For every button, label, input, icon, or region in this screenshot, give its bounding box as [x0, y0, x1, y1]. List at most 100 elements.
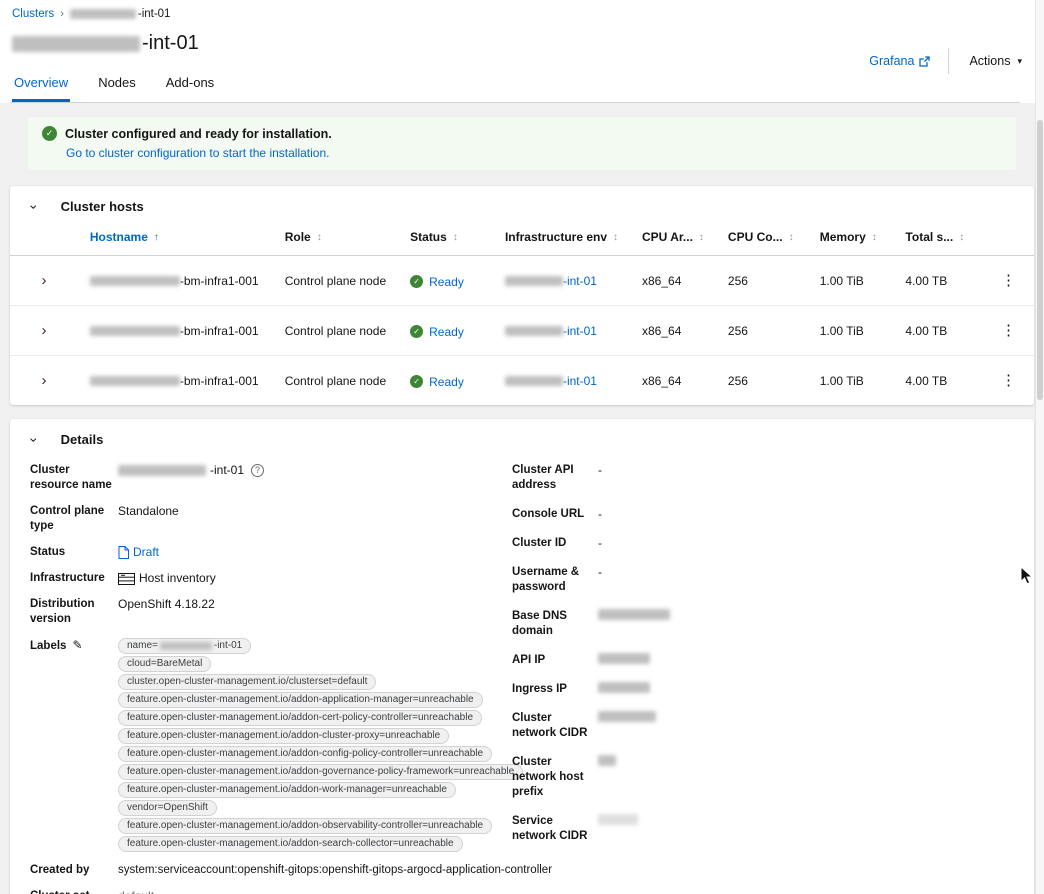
- details-collapse-toggle[interactable]: ›: [26, 433, 42, 447]
- host-infra-env: -int-01: [493, 356, 630, 406]
- tab-bar: Overview Nodes Add-ons: [10, 69, 1020, 103]
- detail-row-console-url: Console URL -: [512, 507, 1014, 522]
- detail-label: Cluster set: [30, 889, 118, 894]
- infra-env-link[interactable]: -int-01: [563, 274, 597, 288]
- tab-addons[interactable]: Add-ons: [164, 69, 216, 102]
- status-draft-link[interactable]: Draft: [133, 545, 159, 560]
- cluster-hosts-card: › Cluster hosts Hostname ↑ Role ↕ Status…: [10, 186, 1034, 405]
- cluster-set-value: default: [118, 889, 154, 894]
- tab-overview[interactable]: Overview: [12, 69, 71, 102]
- host-status: ✓ Ready: [398, 356, 493, 406]
- detail-label: Created by: [30, 864, 90, 876]
- col-header-infra-env[interactable]: Infrastructure env ↕: [492, 219, 630, 256]
- username-password-value: -: [598, 565, 602, 579]
- detail-row-status: Status Draft: [30, 545, 504, 560]
- redacted-text: [504, 276, 563, 287]
- detail-row-service-network-cidr: Service network CIDR: [512, 814, 1014, 844]
- detail-row-cluster-resource-name: Cluster resource name -int-01 ?: [30, 463, 504, 493]
- detail-row-distribution-version: Distribution version OpenShift 4.18.22: [30, 597, 504, 627]
- host-status-link[interactable]: Ready: [429, 275, 464, 289]
- label-pill: feature.open-cluster-management.io/addon…: [118, 692, 483, 708]
- row-expand-chevron-icon[interactable]: ›: [37, 273, 50, 288]
- infra-env-link[interactable]: -int-01: [563, 324, 597, 338]
- label-pill: feature.open-cluster-management.io/addon…: [118, 710, 483, 726]
- redacted-text: [504, 376, 563, 387]
- detail-label: Cluster network host prefix: [512, 756, 584, 798]
- header-divider: [948, 48, 950, 74]
- host-cpu-count: 256: [715, 305, 808, 356]
- alert-action-link[interactable]: Go to cluster configuration to start the…: [66, 146, 1002, 160]
- label-pill: vendor=OpenShift: [118, 800, 217, 816]
- redacted-text: [598, 653, 650, 664]
- col-header-role[interactable]: Role ↕: [272, 219, 399, 256]
- detail-label: API IP: [512, 654, 546, 666]
- col-header-cpu-arch[interactable]: CPU Ar... ↕: [630, 219, 716, 256]
- help-icon[interactable]: ?: [251, 464, 265, 477]
- row-expand-chevron-icon[interactable]: ›: [37, 373, 50, 388]
- detail-label: Cluster ID: [512, 537, 567, 549]
- detail-row-api-ip: API IP: [512, 653, 1014, 668]
- page-header: Clusters › -int-01 -int-01 Grafana Actio…: [0, 0, 1044, 103]
- details-left-column: Cluster resource name -int-01 ? Control …: [30, 463, 552, 894]
- host-table-row: › -bm-infra1-001 Control plane node ✓ Re…: [10, 305, 1034, 356]
- page-content: ✓ Cluster configured and ready for insta…: [0, 103, 1044, 894]
- host-inventory-icon: [118, 572, 135, 585]
- kebab-menu-icon[interactable]: ⋮: [995, 271, 1022, 290]
- detail-label: Cluster resource name: [30, 464, 112, 491]
- distribution-version-value: OpenShift 4.18.22: [118, 597, 215, 611]
- label-pill: feature.open-cluster-management.io/addon…: [118, 782, 456, 798]
- details-right-column: Cluster API address - Console URL - Clus…: [504, 463, 1014, 894]
- cluster-resource-name-suffix: -int-01: [210, 463, 245, 477]
- label-pill: feature.open-cluster-management.io/addon…: [118, 764, 524, 780]
- scrollbar-thumb[interactable]: [1037, 120, 1043, 400]
- redacted-text: [69, 9, 136, 19]
- label-pill: name= -int-01: [118, 638, 252, 654]
- grafana-link-label: Grafana: [869, 54, 915, 68]
- detail-label: Infrastructure: [30, 572, 105, 584]
- caret-down-icon: ▾: [1017, 55, 1022, 66]
- actions-dropdown-button[interactable]: Actions ▾: [967, 50, 1024, 72]
- row-expand-chevron-icon[interactable]: ›: [37, 323, 50, 338]
- host-table-row: › -bm-infra1-001 Control plane node ✓ Re…: [10, 255, 1034, 306]
- breadcrumb-clusters-link[interactable]: Clusters: [12, 8, 54, 20]
- host-cpu-count: 256: [727, 373, 748, 388]
- host-total-storage: 4.00 TB: [905, 373, 948, 388]
- cluster-hosts-collapse-toggle[interactable]: ›: [26, 200, 42, 214]
- host-infra-env: -int-01: [492, 305, 630, 356]
- tab-nodes[interactable]: Nodes: [96, 69, 138, 102]
- grafana-link[interactable]: Grafana: [869, 54, 931, 68]
- host-cpu-arch: x86_64: [630, 305, 716, 356]
- host-status-link[interactable]: Ready: [429, 325, 464, 339]
- redacted-text: [598, 755, 616, 766]
- redacted-text: [598, 711, 656, 722]
- vertical-scrollbar[interactable]: [1035, 0, 1044, 894]
- col-header-status[interactable]: Status ↕: [398, 219, 493, 256]
- kebab-menu-icon[interactable]: ⋮: [995, 321, 1022, 340]
- detail-label: Distribution version: [30, 598, 95, 625]
- col-header-hostname[interactable]: Hostname ↑: [77, 219, 273, 256]
- infrastructure-value: Host inventory: [139, 571, 216, 585]
- infra-env-link[interactable]: -int-01: [563, 374, 597, 388]
- host-table-row: › -bm-infra1-001 Control plane node ✓ Re…: [10, 356, 1034, 406]
- cluster-hosts-table: Hostname ↑ Role ↕ Status ↕ Infrastructur…: [10, 219, 1034, 405]
- detail-row-cluster-network-cidr: Cluster network CIDR: [512, 711, 1014, 741]
- col-header-cpu-count[interactable]: CPU Co... ↕: [715, 219, 808, 256]
- host-total-storage: 4.00 TB: [893, 255, 983, 306]
- detail-label: Labels ✎: [30, 638, 83, 652]
- host-status-link[interactable]: Ready: [429, 375, 464, 389]
- edit-labels-icon[interactable]: ✎: [72, 638, 82, 652]
- table-header-row: Hostname ↑ Role ↕ Status ↕ Infrastructur…: [10, 219, 1034, 256]
- detail-label: Control plane type: [30, 505, 105, 532]
- kebab-menu-icon[interactable]: ⋮: [995, 371, 1022, 390]
- ready-check-icon: ✓: [410, 325, 424, 338]
- external-link-icon: [919, 55, 931, 67]
- redacted-text: [504, 326, 563, 337]
- col-header-total-storage[interactable]: Total s... ↕: [893, 219, 983, 256]
- host-memory: 1.00 TiB: [819, 373, 864, 388]
- col-header-memory[interactable]: Memory ↕: [807, 219, 894, 256]
- host-cpu-arch: x86_64: [630, 255, 716, 306]
- detail-label: Base DNS domain: [512, 610, 567, 637]
- control-plane-type-value: Standalone: [118, 504, 179, 518]
- host-role: Control plane node: [272, 255, 399, 306]
- host-total-storage: 4.00 TB: [893, 305, 983, 356]
